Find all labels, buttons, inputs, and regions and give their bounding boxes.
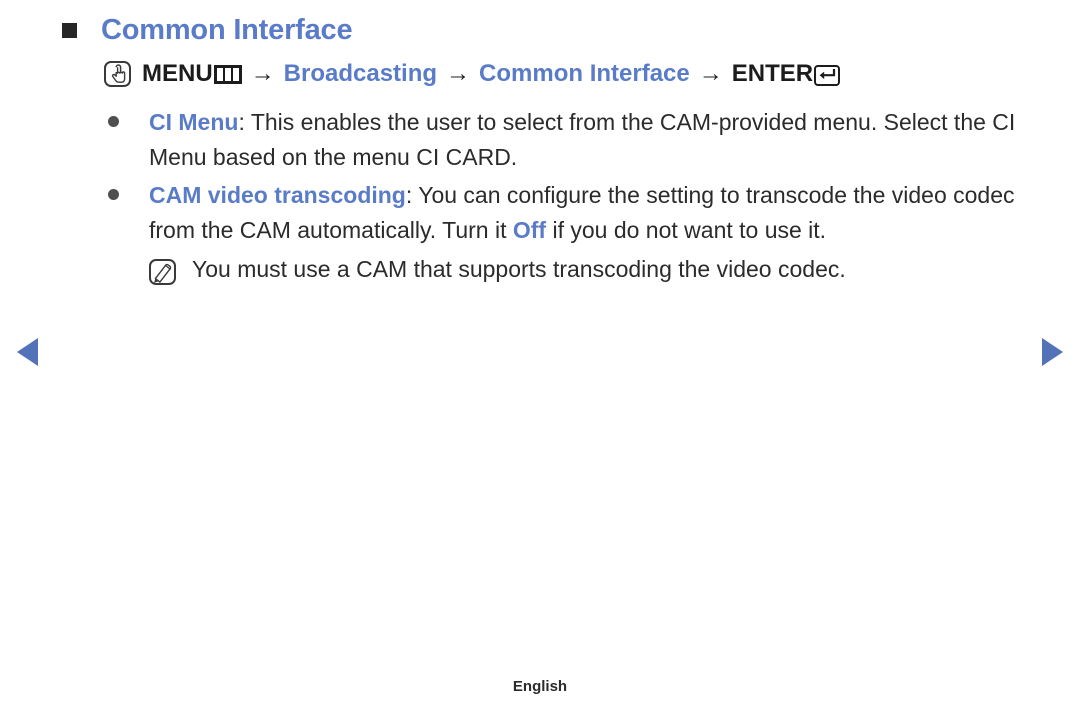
note-text: You must use a CAM that supports transco… [192,256,846,282]
body-content: CI Menu: This enables the user to select… [108,105,1038,287]
menu-path-breadcrumb: MENU → Broadcasting → Common Interface →… [104,60,841,88]
menu-grid-icon [213,65,242,84]
bullet-separator: : [405,182,419,208]
note-pencil-icon [149,259,176,285]
bullet-text-ci-menu: CI Menu: This enables the user to select… [149,105,1038,175]
menu-label: MENU [142,60,213,87]
bullet-item-cam-video-transcoding: CAM video transcoding: You can configure… [108,178,1038,248]
bullet-item-ci-menu: CI Menu: This enables the user to select… [108,105,1038,175]
bullet-dot-icon [108,116,119,127]
bullet-dot-icon [108,189,119,200]
enter-return-icon [814,65,841,86]
menu-path-common-interface: Common Interface [479,60,690,87]
bullet-body-after: if you do not want to use it. [546,217,827,243]
page-heading: Common Interface [62,14,353,47]
path-arrow-1: → [250,60,275,87]
footer-language-label: English [512,678,568,695]
bullet-keyword-cam-video-transcoding: CAM video transcoding [149,182,406,208]
bullet-body-ci-menu: This enables the user to select from the… [149,109,1016,170]
triangle-left-icon[interactable] [17,338,38,366]
note-row: You must use a CAM that supports transco… [149,252,1038,287]
heading-square-bullet [62,23,77,38]
path-arrow-2: → [446,60,471,87]
triangle-right-icon[interactable] [1042,338,1063,366]
menu-path-broadcasting: Broadcasting [283,60,438,87]
page-title: Common Interface [101,14,353,46]
bullet-inline-keyword-off: Off [512,217,547,243]
bullet-separator: : [238,109,251,135]
bullet-text-cam-video-transcoding: CAM video transcoding: You can configure… [149,178,1038,248]
touch-hand-icon [104,61,131,87]
path-arrow-3: → [698,60,723,87]
bullet-keyword-ci-menu: CI Menu [149,109,239,135]
enter-label: ENTER [731,60,814,87]
